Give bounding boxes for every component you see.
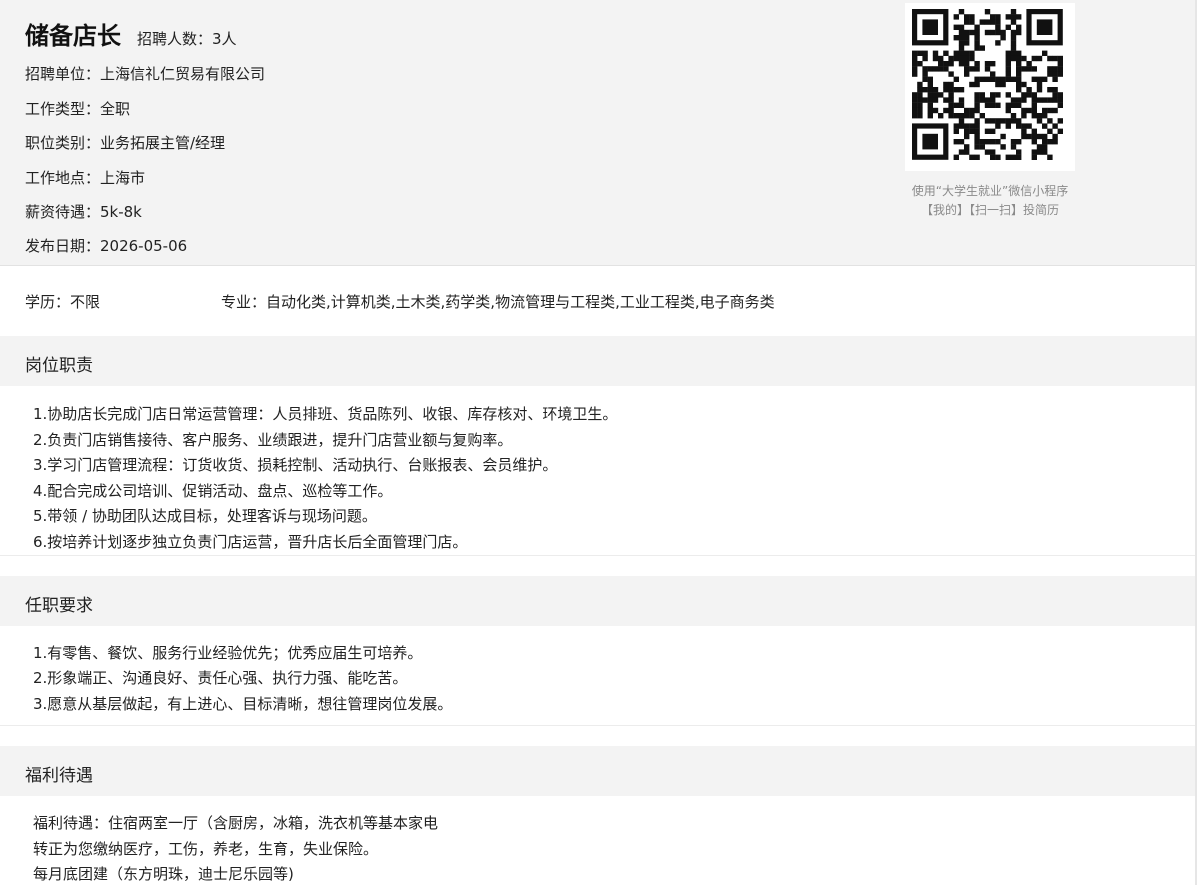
title-row: 储备店长 招聘人数：3人	[25, 16, 237, 51]
location-info: 工作地点：上海市	[25, 169, 146, 187]
category-info: 职位类别：业务拓展主管/经理	[25, 134, 226, 152]
qr-code-icon	[912, 9, 1063, 160]
headcount: 招聘人数：3人	[137, 30, 237, 48]
benefits-heading: 福利待遇	[25, 766, 93, 786]
duties-section-body: 1.协助店长完成门店日常运营管理：人员排班、货品陈列、收银、库存核对、环境卫生。…	[0, 386, 1197, 556]
benefit-line: 每月底团建（东方明珠，迪士尼乐园等)	[33, 865, 294, 883]
qualification-line: 3.愿意从基层做起，有上进心、目标清晰，想往管理岗位发展。	[33, 695, 453, 713]
benefit-line: 福利待遇：住宿两室一厅（含厨房，冰箱，洗衣机等基本家电	[33, 814, 439, 832]
duty-line: 3.学习门店管理流程：订货收货、损耗控制、活动执行、台账报表、会员维护。	[33, 456, 558, 474]
education-requirement: 学历：不限	[25, 293, 101, 311]
requirements-row: 学历：不限 专业：自动化类,计算机类,土木类,药学类,物流管理与工程类,工业工程…	[0, 266, 1197, 336]
qualifications-section-header: 任职要求	[0, 576, 1197, 626]
duties-section-header: 岗位职责	[0, 336, 1197, 386]
duty-line: 1.协助店长完成门店日常运营管理：人员排班、货品陈列、收银、库存核对、环境卫生。	[33, 405, 618, 423]
qualifications-heading: 任职要求	[25, 596, 93, 616]
salary-info: 薪资待遇：5k-8k	[25, 203, 142, 221]
qr-caption-line1: 使用“大学生就业”微信小程序	[911, 184, 1069, 198]
duty-line: 5.带领 / 协助团队达成目标，处理客诉与现场问题。	[33, 507, 377, 525]
qr-code	[905, 3, 1075, 171]
work-type-info: 工作类型：全职	[25, 100, 131, 118]
benefits-section-body: 福利待遇：住宿两室一厅（含厨房，冰箱，洗衣机等基本家电 转正为您缴纳医疗，工伤，…	[0, 796, 1197, 885]
job-title: 储备店长	[25, 22, 121, 50]
duty-line: 4.配合完成公司培训、促销活动、盘点、巡检等工作。	[33, 482, 393, 500]
major-requirement: 专业：自动化类,计算机类,土木类,药学类,物流管理与工程类,工业工程类,电子商务…	[221, 293, 775, 311]
company-info: 招聘单位：上海信礼仁贸易有限公司	[25, 65, 266, 83]
duties-heading: 岗位职责	[25, 356, 93, 376]
qualifications-section-body: 1.有零售、餐饮、服务行业经验优先；优秀应届生可培养。 2.形象端正、沟通良好、…	[0, 626, 1197, 726]
benefits-section-header: 福利待遇	[0, 746, 1197, 796]
duty-line: 2.负责门店销售接待、客户服务、业绩跟进，提升门店营业额与复购率。	[33, 431, 513, 449]
qualification-line: 1.有零售、餐饮、服务行业经验优先；优秀应届生可培养。	[33, 644, 423, 662]
qualification-line: 2.形象端正、沟通良好、责任心强、执行力强、能吃苦。	[33, 669, 408, 687]
benefit-line: 转正为您缴纳医疗，工伤，养老，生育，失业保险。	[33, 840, 379, 858]
duty-line: 6.按培养计划逐步独立负责门店运营，晋升店长后全面管理门店。	[33, 533, 468, 551]
publish-date-info: 发布日期：2026-05-06	[25, 237, 188, 255]
qr-caption-line2: 【我的】【扫一扫】投简历	[920, 203, 1059, 217]
job-header: 储备店长 招聘人数：3人 招聘单位：上海信礼仁贸易有限公司 工作类型：全职 职位…	[0, 0, 1197, 266]
